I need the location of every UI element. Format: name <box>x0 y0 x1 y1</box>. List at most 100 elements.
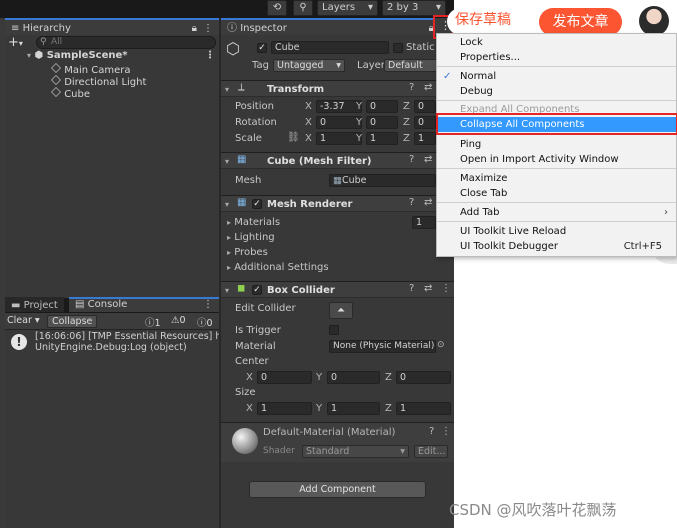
clear-button[interactable]: Clear ▾ <box>7 315 40 326</box>
expand-arrow-icon[interactable]: ▾ <box>225 286 229 295</box>
menu-item-ui-toolkit-debugger[interactable]: UI Toolkit Debugger Ctrl+F5 <box>437 239 676 254</box>
help-icon[interactable]: ? <box>409 82 414 93</box>
rotation-z-field[interactable]: 0 <box>414 116 436 129</box>
center-x-field[interactable]: 0 <box>257 371 312 384</box>
menu-item-import-activity[interactable]: Open in Import Activity Window <box>437 152 676 167</box>
list-item[interactable]: Cube <box>51 87 90 100</box>
gameobject-icon <box>51 75 61 85</box>
size-z-field[interactable]: 1 <box>396 402 451 415</box>
size-x-field[interactable]: 1 <box>257 402 312 415</box>
rotation-y-field[interactable]: 0 <box>366 116 398 129</box>
preset-icon[interactable]: ⇄ <box>424 197 432 208</box>
mesh-object-field[interactable]: ▦Cube <box>329 174 436 187</box>
scene-row[interactable]: ▾ ⬢ SampleScene* ⋮ <box>27 50 217 63</box>
center-z-field[interactable]: 0 <box>396 371 451 384</box>
menu-item-live-reload[interactable]: UI Toolkit Live Reload <box>437 224 676 239</box>
menu-item-ping[interactable]: Ping <box>437 137 676 152</box>
preset-icon[interactable]: ⇄ <box>424 82 432 93</box>
value: 0 <box>261 372 268 383</box>
menu-item-debug[interactable]: Debug <box>437 84 676 99</box>
more-icon[interactable]: ⋮ <box>441 283 451 294</box>
materials-foldout[interactable]: ▸ Materials <box>227 217 280 228</box>
publish-button[interactable]: 发布文章 <box>539 8 622 36</box>
error-count-toggle[interactable]: ⓘ0 <box>197 315 213 329</box>
lighting-foldout[interactable]: ▸ Lighting <box>227 232 275 243</box>
more-icon[interactable]: ⋮ <box>203 299 213 311</box>
menu-item-properties[interactable]: Properties... <box>437 50 676 65</box>
tab-inspector[interactable]: ⓘ Inspector 🔒︎ <box>221 18 454 35</box>
tab-hierarchy[interactable]: ≡ Hierarchy 🔒︎ ⋮ <box>5 18 219 35</box>
materials-count-field[interactable]: 1 <box>412 216 436 229</box>
scale-y-field[interactable]: 1 <box>366 132 398 145</box>
info-icon: ! <box>11 334 27 350</box>
mesh-renderer-title: Mesh Renderer <box>267 199 353 210</box>
list-item[interactable]: Main Camera <box>51 63 130 76</box>
more-icon[interactable]: ⋮ <box>203 20 213 37</box>
object-name-field[interactable]: Cube <box>271 41 389 54</box>
probes-foldout[interactable]: ▸ Probes <box>227 247 268 258</box>
preset-icon[interactable]: ⇄ <box>424 154 432 165</box>
help-icon[interactable]: ? <box>409 283 414 294</box>
add-object-button[interactable]: +▾ <box>8 36 23 50</box>
menu-item-maximize[interactable]: Maximize <box>437 171 676 186</box>
save-draft-button[interactable]: 保存草稿 <box>447 8 519 35</box>
preset-icon[interactable]: ⇄ <box>424 283 432 294</box>
layout-dropdown[interactable]: 2 by 3 ▾ <box>382 0 446 16</box>
physic-material-field[interactable]: None (Physic Material) <box>329 340 436 353</box>
collapse-label: Collapse <box>52 316 93 327</box>
help-icon[interactable]: ? <box>409 154 414 165</box>
mesh-filter-header[interactable]: ▾ ▦ Cube (Mesh Filter) ? ⇄ ⋮ <box>221 152 454 169</box>
avatar[interactable] <box>639 6 669 36</box>
info-count-toggle[interactable]: ⓘ1 <box>145 315 161 329</box>
tab-project[interactable]: ▬ Project <box>5 297 64 312</box>
additional-settings-foldout[interactable]: ▸ Additional Settings <box>227 262 329 273</box>
tab-console[interactable]: ▤ Console ⋮ <box>69 297 219 312</box>
transform-header[interactable]: ▾ ⟂ Transform ? ⇄ ⋮ <box>221 80 454 97</box>
mesh-renderer-header[interactable]: ▾ ▦ ✓ Mesh Renderer ? ⇄ ⋮ <box>221 195 454 212</box>
more-icon[interactable]: ⋮ <box>205 50 215 63</box>
position-z-field[interactable]: 0 <box>414 100 436 113</box>
layer-dropdown[interactable]: Default <box>384 59 438 72</box>
hierarchy-search-input[interactable]: ⚲ All <box>36 36 216 49</box>
shader-edit-button[interactable]: Edit... <box>414 445 448 458</box>
more-icon[interactable]: ⋮ <box>441 426 451 437</box>
link-icon[interactable]: ⛓ <box>287 132 300 143</box>
console-log-entry[interactable]: ! [16:06:06] [TMP Essential Resources] h… <box>5 331 219 357</box>
layers-dropdown[interactable]: Layers ▾ <box>317 0 378 16</box>
center-y-field[interactable]: 0 <box>327 371 380 384</box>
menu-item-close-tab[interactable]: Close Tab <box>437 186 676 201</box>
expand-arrow-icon[interactable]: ▾ <box>225 85 229 94</box>
edit-collider-button[interactable]: ⏶ <box>329 302 353 319</box>
menu-item-lock[interactable]: Lock <box>437 35 676 50</box>
shader-dropdown[interactable]: Standard ▾ <box>302 445 409 458</box>
object-picker-icon[interactable]: ⊙ <box>437 340 445 350</box>
scale-z-field[interactable]: 1 <box>414 132 436 145</box>
help-icon[interactable]: ? <box>409 197 414 208</box>
chevron-down-icon: ▾ <box>367 2 373 13</box>
expand-arrow-icon[interactable]: ▾ <box>27 51 31 60</box>
menu-item-add-tab[interactable]: Add Tab › <box>437 205 676 220</box>
lock-icon[interactable]: 🔒︎ <box>192 20 197 37</box>
warning-count-toggle[interactable]: ⚠0 <box>171 315 186 326</box>
static-checkbox[interactable] <box>393 43 403 53</box>
list-item[interactable]: Directional Light <box>51 75 146 88</box>
value: 1 <box>418 133 425 144</box>
value: 1 <box>400 403 407 414</box>
is-trigger-checkbox[interactable] <box>329 325 339 335</box>
enabled-checkbox[interactable]: ✓ <box>252 199 262 209</box>
history-button[interactable]: ⟲ <box>267 0 287 16</box>
expand-arrow-icon[interactable]: ▾ <box>225 157 229 166</box>
help-icon[interactable]: ? <box>429 426 434 437</box>
active-checkbox[interactable]: ✓ <box>257 43 267 53</box>
rotation-label: Rotation <box>235 117 277 128</box>
menu-item-normal[interactable]: ✓ Normal <box>437 69 676 84</box>
size-y-field[interactable]: 1 <box>327 402 380 415</box>
collapse-toggle[interactable]: Collapse <box>47 315 98 328</box>
expand-arrow-icon[interactable]: ▾ <box>225 200 229 209</box>
tag-dropdown[interactable]: Untagged ▾ <box>273 59 345 72</box>
box-collider-header[interactable]: ▾ ◼ ✓ Box Collider ? ⇄ ⋮ <box>221 281 454 298</box>
position-y-field[interactable]: 0 <box>366 100 398 113</box>
search-button[interactable]: ⚲ <box>293 0 313 16</box>
add-component-button[interactable]: Add Component <box>249 481 426 498</box>
enabled-checkbox[interactable]: ✓ <box>252 285 262 295</box>
